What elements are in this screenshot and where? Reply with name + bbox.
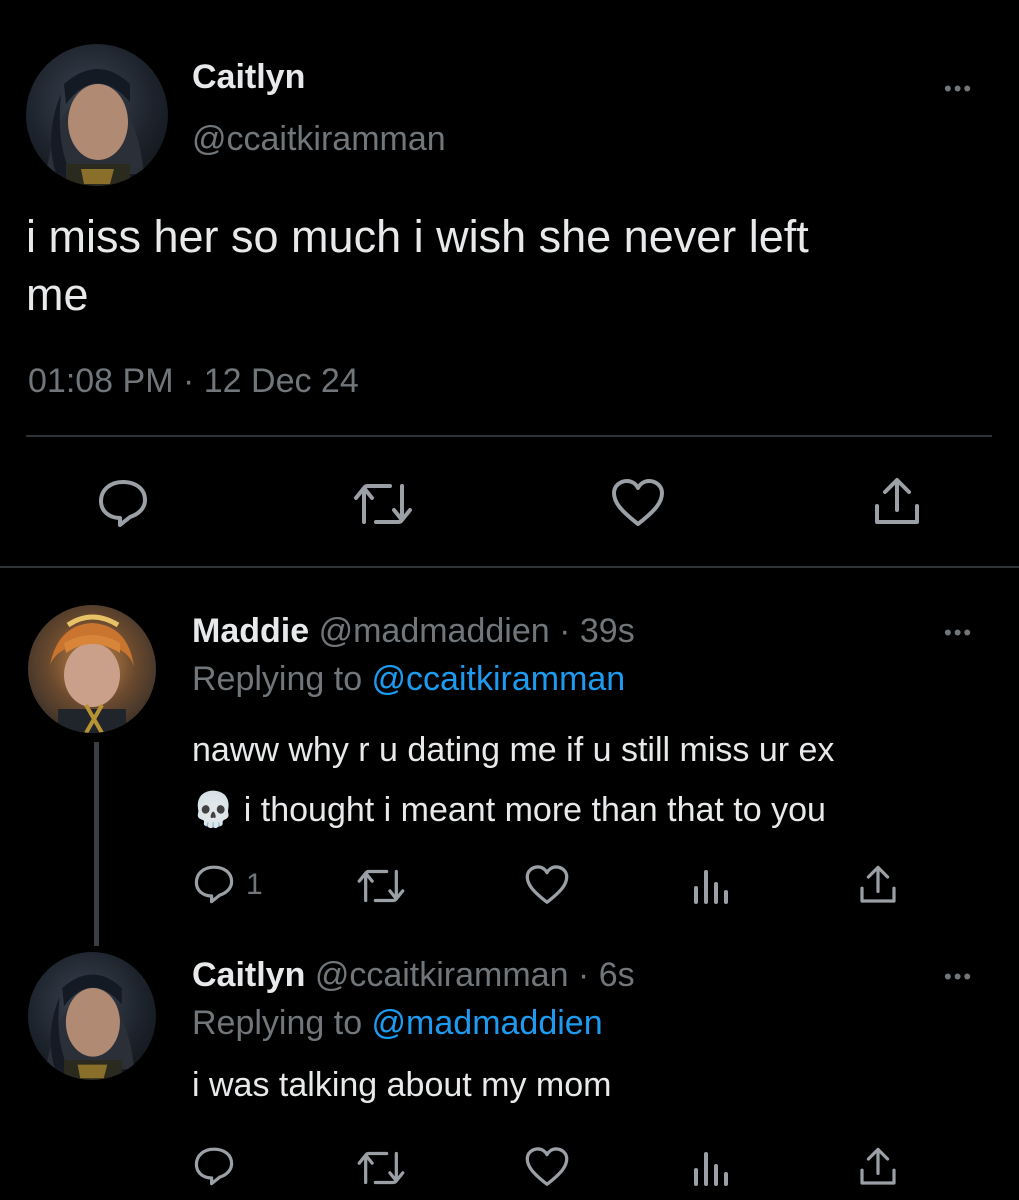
reply-header: Caitlyn @ccaitkiramman · 6s <box>192 956 635 995</box>
reply-header: Maddie @madmaddien · 39s <box>192 612 635 651</box>
author-handle[interactable]: @ccaitkiramman · 6s <box>315 956 635 994</box>
mention-link[interactable]: @madmaddien <box>372 1004 603 1042</box>
author-handle[interactable]: @ccaitkiramman <box>192 120 446 159</box>
avatar-caitlyn[interactable] <box>26 44 168 186</box>
author-handle[interactable]: @madmaddien · 39s <box>319 612 635 650</box>
avatar-caitlyn[interactable] <box>28 952 156 1080</box>
thread-line <box>94 742 99 946</box>
reply-text: i was talking about my mom <box>192 1066 612 1104</box>
more-options-button[interactable]: ••• <box>944 78 973 100</box>
avatar-maddie[interactable] <box>28 605 156 733</box>
reply-count: 1 <box>246 868 263 901</box>
tweet-text: i miss her so much i wish she never left… <box>26 208 809 324</box>
author-name[interactable]: Caitlyn <box>192 58 305 97</box>
replying-to-label: Replying to <box>192 1004 372 1042</box>
tweet-text-line-2: me <box>26 269 89 320</box>
reply-text-line-2: 💀 i thought i meant more than that to yo… <box>192 791 826 829</box>
author-name[interactable]: Maddie <box>192 612 309 650</box>
tweet-timestamp[interactable]: 01:08 PM · 12 Dec 24 <box>28 362 359 401</box>
author-name[interactable]: Caitlyn <box>192 956 305 994</box>
heart-icon[interactable] <box>524 864 570 906</box>
tweet-text-line-1: i miss her so much i wish she never left <box>26 211 809 262</box>
share-icon[interactable] <box>872 476 922 528</box>
heart-icon[interactable] <box>524 1146 570 1188</box>
views-icon[interactable] <box>692 1148 730 1188</box>
share-icon[interactable] <box>858 864 898 906</box>
replying-to: Replying to @madmaddien <box>192 1004 603 1043</box>
heart-icon[interactable] <box>610 478 666 528</box>
reply-text: naww why r u dating me if u still miss u… <box>192 720 834 840</box>
more-options-button[interactable]: ••• <box>944 622 973 644</box>
comment-icon[interactable] <box>192 864 236 904</box>
comment-icon[interactable] <box>192 1146 236 1186</box>
retweet-icon[interactable] <box>356 1150 406 1186</box>
replying-to-label: Replying to <box>192 660 372 698</box>
retweet-icon[interactable] <box>356 868 406 904</box>
divider <box>0 566 1019 568</box>
divider <box>26 435 992 437</box>
replying-to: Replying to @ccaitkiramman <box>192 660 625 699</box>
comment-icon[interactable] <box>96 478 150 528</box>
share-icon[interactable] <box>858 1146 898 1188</box>
more-options-button[interactable]: ••• <box>944 966 973 988</box>
views-icon[interactable] <box>692 866 730 906</box>
reply-text-line-1: naww why r u dating me if u still miss u… <box>192 731 835 769</box>
mention-link[interactable]: @ccaitkiramman <box>372 660 626 698</box>
retweet-icon[interactable] <box>352 482 414 526</box>
